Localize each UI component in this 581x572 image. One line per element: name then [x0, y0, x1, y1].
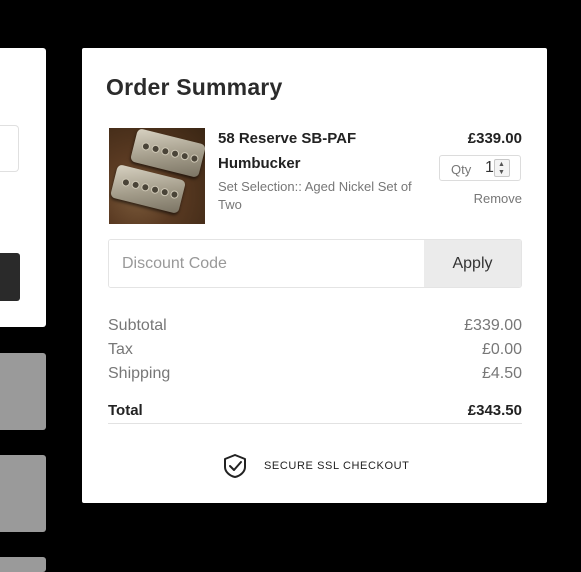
- chevron-up-icon[interactable]: ▲: [498, 161, 505, 168]
- apply-discount-button[interactable]: Apply: [424, 240, 521, 287]
- product-thumbnail: [109, 128, 205, 224]
- left-input-field[interactable]: [0, 125, 19, 172]
- remove-item-link[interactable]: Remove: [474, 191, 522, 206]
- tax-label: Tax: [108, 341, 133, 358]
- discount-code-input[interactable]: [109, 240, 425, 287]
- secure-checkout-text: SECURE SSL CHECKOUT: [264, 460, 410, 472]
- left-panel: [0, 48, 46, 327]
- left-list-item[interactable]: [0, 557, 46, 572]
- quantity-stepper[interactable]: Qty 1 ▲ ▼: [439, 155, 521, 181]
- shipping-value: £4.50: [481, 365, 522, 382]
- tax-value: £0.00: [481, 341, 522, 358]
- subtotal-label: Subtotal: [108, 317, 167, 334]
- left-list-item[interactable]: [0, 353, 46, 430]
- left-list-item[interactable]: [0, 455, 46, 532]
- left-primary-button[interactable]: [0, 253, 20, 301]
- shield-check-icon: [224, 454, 246, 478]
- shipping-label: Shipping: [108, 365, 171, 382]
- total-label: Total: [108, 402, 143, 419]
- qty-value[interactable]: 1: [485, 159, 494, 177]
- chevron-down-icon[interactable]: ▼: [498, 169, 505, 176]
- discount-form: Apply: [108, 239, 522, 288]
- order-summary-title: Order Summary: [106, 74, 283, 100]
- divider: [108, 423, 522, 424]
- qty-label: Qty: [451, 162, 472, 177]
- product-variant: Set Selection:: Aged Nickel Set of Two: [218, 179, 412, 212]
- total-value: £343.50: [467, 402, 522, 419]
- subtotal-value: £339.00: [464, 317, 522, 334]
- order-summary-card: Order Summary 58 Reserve SB-PAF Humbucke…: [82, 48, 547, 503]
- product-price: £339.00: [467, 130, 522, 147]
- product-name: 58 Reserve SB-PAF Humbucker: [218, 130, 357, 172]
- qty-spinner[interactable]: ▲ ▼: [494, 159, 510, 177]
